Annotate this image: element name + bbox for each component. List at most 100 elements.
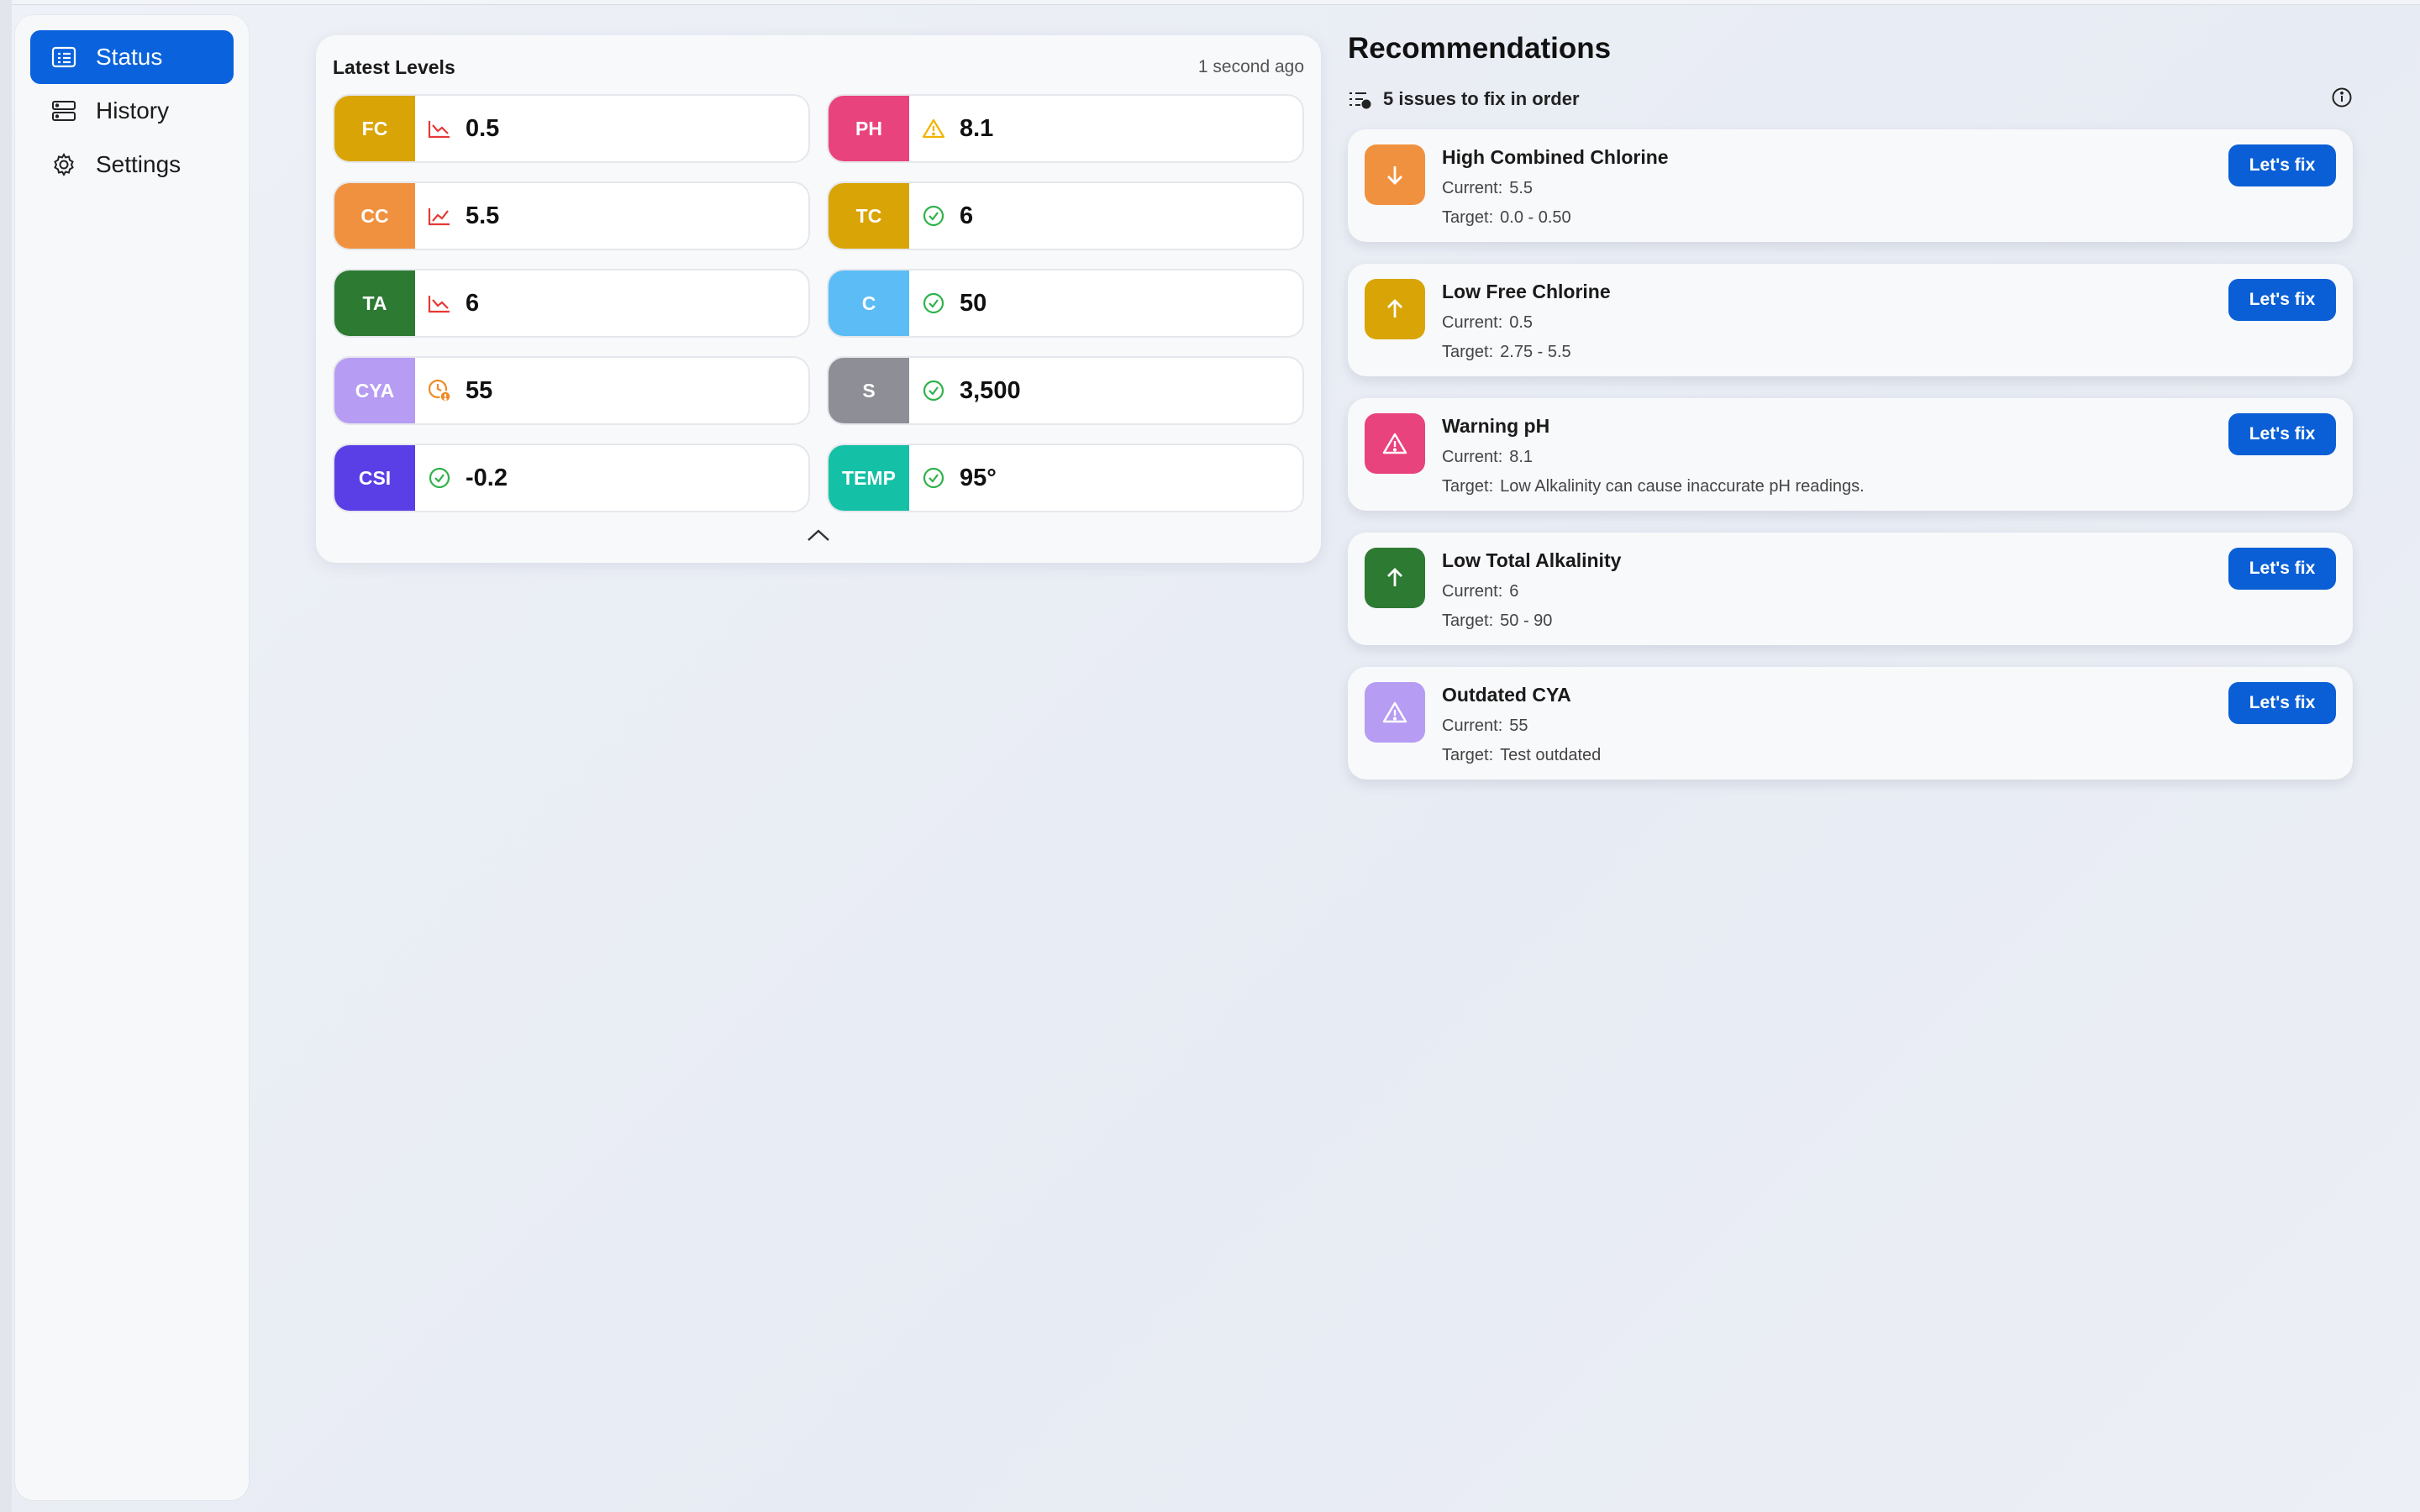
level-tag: C [829,270,909,336]
target-label: Target: [1442,343,1494,361]
sidebar-item-status[interactable]: Status [30,30,234,84]
sidebar-item-label: History [96,97,170,123]
warning-icon [1365,413,1425,474]
gear-icon [50,151,77,178]
arrow-down-icon [1365,144,1425,205]
level-csi[interactable]: CSI -0.2 [333,444,810,512]
recommendation-name: Low Free Chlorine [1442,281,1611,302]
warning-icon [921,116,946,141]
latest-levels-card: Latest Levels 1 second ago FC 0.5 PH 8.1… [316,35,1321,563]
level-value: 95° [960,464,997,491]
trend-down-icon [427,291,452,316]
sidebar-item-label: Status [96,44,163,70]
issues-summary: 5 issues to fix in order [1383,88,1580,109]
collapse-button[interactable] [333,528,1304,547]
level-value: 6 [466,289,480,317]
level-tag: CYA [334,358,415,423]
target-value: Test outdated [1500,746,1602,764]
level-ph[interactable]: PH 8.1 [827,94,1304,163]
level-tag: S [829,358,909,423]
recommendation-card: Warning pH Current: 8.1 Target: Low Alkali… [1348,398,2353,511]
current-label: Current: [1442,179,1503,197]
level-value: -0.2 [466,464,508,491]
chevron-up-icon [806,528,831,547]
check-icon [921,465,946,491]
level-tc[interactable]: TC 6 [827,181,1304,250]
level-fc[interactable]: FC 0.5 [333,94,810,163]
level-value: 50 [960,289,987,317]
recommendation-card: Low Free Chlorine Current: 0.5 Target: 2.7… [1348,264,2353,376]
level-value: 5.5 [466,202,500,229]
arrow-up-icon [1365,279,1425,339]
check-icon [921,203,946,228]
current-value: 55 [1509,717,1528,735]
current-value: 0.5 [1509,313,1534,332]
recommendations-panel: Recommendations 5 issues to fix in order… [1348,32,2353,801]
target-label: Target: [1442,612,1494,630]
lets-fix-button[interactable]: Let's fix [2228,682,2336,724]
trend-up-icon [427,203,452,228]
recommendation-name: Low Total Alkalinity [1442,549,1622,571]
last-updated-time: 1 second ago [1197,57,1304,76]
current-label: Current: [1442,448,1503,466]
level-value: 55 [466,376,493,404]
sidebar-item-label: Settings [96,151,182,177]
recommendation-card: High Combined Chlorine Current: 5.5 Targe… [1348,129,2353,242]
history-icon [50,97,77,124]
warning-icon [1365,682,1425,743]
info-icon[interactable] [2331,87,2353,113]
arrow-up-icon [1365,548,1425,608]
sidebar: Status History Settings [15,15,249,1500]
latest-levels-title: Latest Levels [333,55,455,78]
current-value: 6 [1509,582,1519,601]
lets-fix-button[interactable]: Let's fix [2228,548,2336,590]
window-left-edge [0,0,12,1512]
trend-down-icon [427,116,452,141]
sidebar-item-history[interactable]: History [30,84,234,138]
issues-list-icon [1348,87,1373,112]
status-list-icon [50,44,77,71]
level-temp[interactable]: TEMP 95° [827,444,1304,512]
level-value: 3,500 [960,376,1021,404]
lets-fix-button[interactable]: Let's fix [2228,279,2336,321]
level-cya[interactable]: CYA 55 [333,356,810,425]
target-value: 50 - 90 [1500,612,1553,630]
target-label: Target: [1442,208,1494,227]
level-c[interactable]: C 50 [827,269,1304,338]
lets-fix-button[interactable]: Let's fix [2228,413,2336,455]
current-label: Current: [1442,313,1503,332]
level-tag: TC [829,183,909,249]
target-value: Low Alkalinity can cause inaccurate pH r… [1500,477,1865,496]
level-tag: TA [334,270,415,336]
level-tag: PH [829,96,909,161]
levels-grid: FC 0.5 PH 8.1 CC 5.5 TC 6 TA 6 C 50 CYA … [333,94,1304,512]
level-value: 6 [960,202,974,229]
outdated-clock-icon [427,378,452,403]
level-s[interactable]: S 3,500 [827,356,1304,425]
level-cc[interactable]: CC 5.5 [333,181,810,250]
level-ta[interactable]: TA 6 [333,269,810,338]
recommendation-name: High Combined Chlorine [1442,146,1669,168]
recommendation-card: Low Total Alkalinity Current: 6 Target: 50… [1348,533,2353,645]
current-value: 5.5 [1509,179,1534,197]
check-icon [921,378,946,403]
level-value: 8.1 [960,114,994,142]
current-label: Current: [1442,717,1503,735]
target-value: 0.0 - 0.50 [1500,208,1571,227]
window-top-edge [0,0,2420,5]
recommendation-card: Outdated CYA Current: 55 Target: Test outd… [1348,667,2353,780]
level-value: 0.5 [466,114,500,142]
lets-fix-button[interactable]: Let's fix [2228,144,2336,186]
recommendation-name: Warning pH [1442,415,1550,437]
recommendations-title: Recommendations [1348,32,1612,65]
level-tag: TEMP [829,445,909,511]
level-tag: CC [334,183,415,249]
check-icon [427,465,452,491]
level-tag: FC [334,96,415,161]
target-value: 2.75 - 5.5 [1500,343,1571,361]
current-label: Current: [1442,582,1503,601]
sidebar-item-settings[interactable]: Settings [30,138,234,192]
check-icon [921,291,946,316]
target-label: Target: [1442,477,1494,496]
target-label: Target: [1442,746,1494,764]
